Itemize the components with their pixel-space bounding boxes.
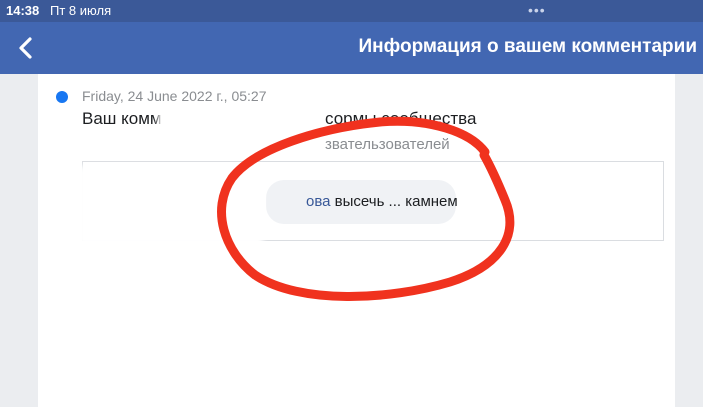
- notification-card: Friday, 24 June 2022 г., 05:27 Ваш комм …: [38, 74, 675, 407]
- redaction-patch: [78, 166, 263, 246]
- comment-bubble: ова высечь ... камнем: [266, 180, 458, 224]
- comment-text: ова высечь ... камнем: [306, 180, 458, 224]
- navigation-bar: Информация о вашем комментарии: [0, 22, 703, 74]
- status-date: Пт 8 июля: [50, 3, 112, 18]
- redaction-patch: [158, 110, 318, 144]
- notification-headline: Ваш комм: [82, 109, 162, 129]
- status-time: 14:38: [6, 3, 40, 18]
- multitasking-dots-icon[interactable]: •••: [528, 2, 546, 18]
- headline-start: Ваш комм: [82, 109, 162, 128]
- unread-indicator-icon: [56, 91, 68, 103]
- back-button[interactable]: [12, 34, 40, 62]
- notification-headline-end: сормы сообщества: [325, 109, 477, 128]
- notification-subline: звательзователей: [325, 136, 450, 153]
- comment-body: высечь ... камнем: [330, 193, 458, 210]
- notification-timestamp: Friday, 24 June 2022 г., 05:27: [82, 88, 267, 104]
- status-bar: 14:38 Пт 8 июля •••: [0, 0, 703, 22]
- comment-author-name[interactable]: ова: [306, 193, 331, 210]
- chevron-left-icon: [19, 37, 32, 59]
- page-title: Информация о вашем комментарии: [358, 36, 697, 57]
